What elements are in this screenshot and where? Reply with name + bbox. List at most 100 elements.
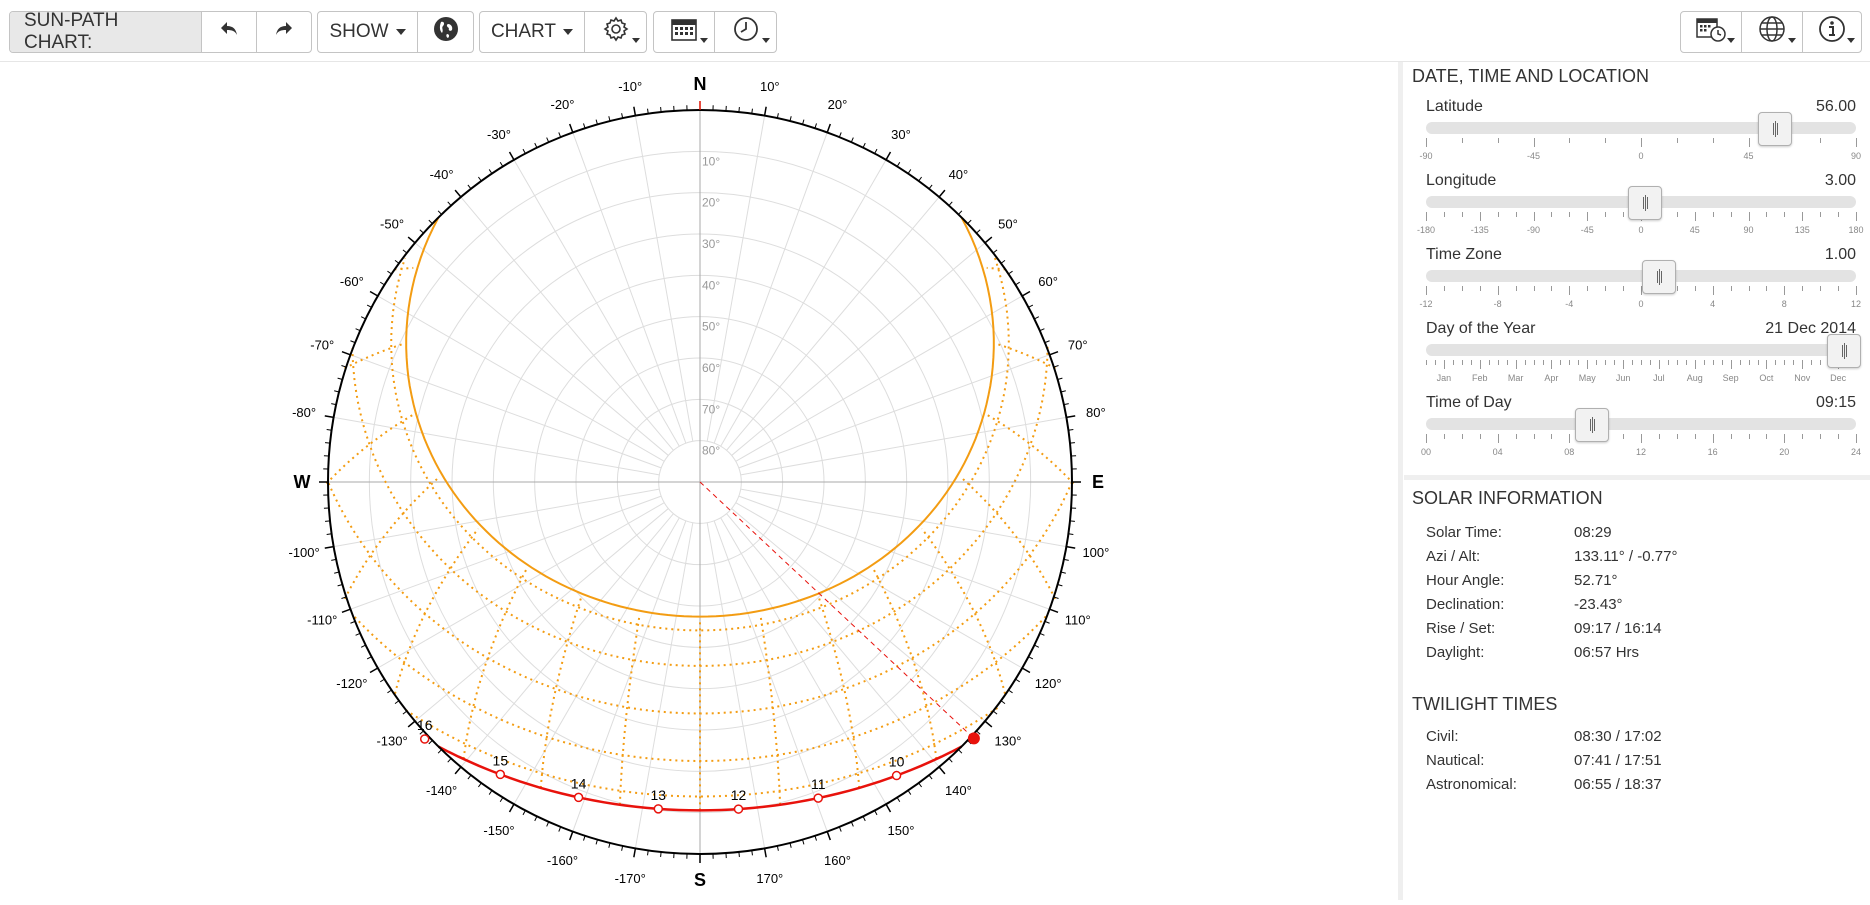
- azimuth-tick: [968, 220, 972, 223]
- azimuth-tick: [886, 152, 891, 160]
- azimuth-tick: [752, 850, 753, 855]
- azimuth-tick: [949, 758, 952, 762]
- azimuth-tick: [448, 758, 451, 762]
- azimuth-label: -30°: [487, 127, 511, 142]
- azimuth-tick: [408, 237, 415, 243]
- slider-handle[interactable]: [1642, 260, 1676, 294]
- sun-path-chart[interactable]: 10°20°30°40°50°60°70°80°100°110°120°130°…: [0, 62, 1400, 900]
- info-value: 09:17 / 16:14: [1574, 620, 1662, 637]
- redo-button[interactable]: [257, 12, 311, 52]
- slider-value: 09:15: [1816, 394, 1856, 412]
- hour-label: 13: [651, 787, 667, 803]
- azimuth-tick: [863, 143, 865, 147]
- azimuth-tick: [1050, 352, 1058, 355]
- azimuth-tick: [523, 810, 525, 814]
- azimuth-spoke: [514, 518, 679, 804]
- azimuth-spoke: [732, 243, 985, 456]
- slider-handle[interactable]: [1827, 334, 1861, 368]
- altitude-label: 20°: [702, 196, 720, 210]
- azimuth-tick: [1028, 305, 1032, 307]
- cardinal-label-e: E: [1092, 472, 1104, 492]
- azimuth-tick: [356, 633, 361, 635]
- altitude-label: 40°: [702, 278, 720, 292]
- location-dropdown[interactable]: [1742, 12, 1803, 52]
- azimuth-tick: [500, 797, 503, 801]
- azimuth-tick: [327, 534, 332, 535]
- slider-track[interactable]: [1426, 418, 1856, 430]
- cardinal-label-w: W: [294, 472, 311, 492]
- date-time-dropdown[interactable]: [1681, 12, 1742, 52]
- azimuth-tick: [929, 775, 932, 779]
- slider-longitude[interactable]: Longitude3.00-180-135-90-4504590135180: [1426, 172, 1856, 246]
- azimuth-tick: [634, 107, 636, 116]
- hour-marker: [575, 793, 583, 801]
- azimuth-label: -110°: [307, 612, 337, 627]
- azimuth-tick: [395, 701, 399, 704]
- azimuth-spoke: [350, 355, 661, 468]
- azimuth-tick: [500, 162, 503, 166]
- azimuth-label: 70°: [1068, 338, 1088, 353]
- azimuth-tick: [420, 230, 424, 233]
- azimuth-tick: [535, 816, 537, 820]
- slider-latitude[interactable]: Latitude56.00-90-4504590: [1426, 98, 1856, 172]
- azimuth-tick: [325, 416, 334, 418]
- azimuth-tick: [1015, 282, 1019, 285]
- slider-time-of-day[interactable]: Time of Day09:1500040812162024: [1426, 394, 1856, 468]
- azimuth-spoke: [741, 489, 1067, 546]
- azimuth-tick: [342, 609, 350, 612]
- sun-path-chart-svg[interactable]: 10°20°30°40°50°60°70°80°100°110°120°130°…: [0, 62, 1400, 900]
- azimuth-tick: [448, 202, 451, 206]
- azimuth-tick: [886, 804, 891, 812]
- slider-value: 1.00: [1825, 246, 1856, 264]
- azimuth-label: 100°: [1082, 545, 1109, 560]
- azimuth-spoke: [350, 496, 661, 609]
- undo-button[interactable]: [202, 12, 257, 52]
- slider-tick-label: 45: [1690, 225, 1700, 235]
- hour-line: [620, 615, 640, 805]
- cardinal-label-s: S: [694, 870, 706, 890]
- slider-handle[interactable]: [1758, 112, 1792, 146]
- azimuth-tick: [1058, 378, 1063, 379]
- chart-dropdown[interactable]: CHART: [480, 12, 585, 52]
- show-label: SHOW: [329, 21, 388, 43]
- hour-line: [760, 615, 780, 805]
- calendar-dropdown[interactable]: [654, 12, 715, 52]
- undo-icon: [219, 21, 239, 43]
- azimuth-spoke: [739, 355, 1050, 468]
- settings-dropdown[interactable]: [585, 12, 646, 52]
- clock-dropdown[interactable]: [715, 12, 776, 52]
- azimuth-tick: [570, 124, 573, 132]
- azimuth-tick: [939, 190, 945, 197]
- chart-label: CHART: [491, 21, 556, 43]
- azimuth-tick: [429, 220, 433, 223]
- azimuth-tick: [596, 120, 597, 125]
- slider-tick-label: 0: [1638, 299, 1643, 309]
- hour-label: 11: [811, 776, 826, 792]
- azimuth-tick: [489, 790, 492, 794]
- azimuth-tick: [648, 850, 649, 855]
- azimuth-label: -80°: [292, 405, 316, 420]
- info-dropdown[interactable]: [1803, 12, 1861, 52]
- hour-label: 10: [889, 754, 905, 770]
- info-key: Nautical:: [1426, 752, 1484, 769]
- slider-time-zone[interactable]: Time Zone1.00-12-8-404812: [1426, 246, 1856, 320]
- hour-line: [464, 569, 527, 759]
- slider-tick-label: Nov: [1794, 373, 1810, 383]
- azimuth-tick: [863, 816, 865, 820]
- globe-button[interactable]: [418, 12, 473, 52]
- azimuth-tick: [976, 230, 980, 233]
- slider-label: Time of Day: [1426, 394, 1512, 412]
- slider-value: 3.00: [1825, 172, 1856, 190]
- slider-handle[interactable]: [1575, 408, 1609, 442]
- slider-track[interactable]: [1426, 344, 1856, 356]
- slider-tick-label: Mar: [1508, 373, 1524, 383]
- slider-tick-label: Aug: [1687, 373, 1703, 383]
- slider-tick-label: 12: [1851, 299, 1861, 309]
- show-dropdown[interactable]: SHOW: [318, 12, 418, 52]
- azimuth-tick: [1022, 668, 1030, 673]
- info-key: Hour Angle:: [1426, 572, 1504, 589]
- slider-handle[interactable]: [1628, 186, 1662, 220]
- azimuth-tick: [510, 804, 515, 812]
- azimuth-label: -140°: [426, 783, 457, 798]
- slider-day-of-the-year[interactable]: Day of the Year21 Dec 2014JanFebMarAprMa…: [1426, 320, 1856, 394]
